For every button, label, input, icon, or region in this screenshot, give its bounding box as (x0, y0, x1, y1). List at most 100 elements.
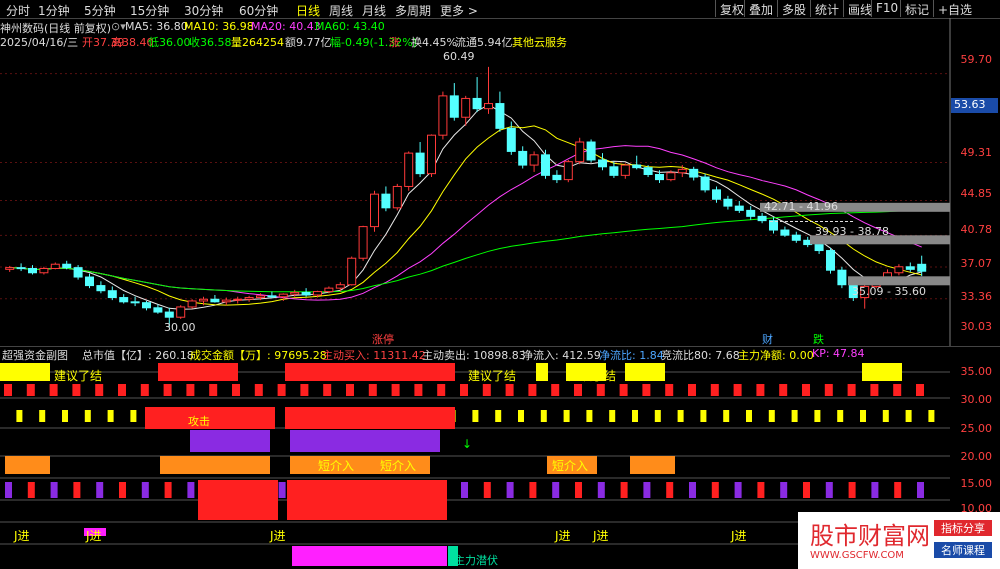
candle-body (734, 205, 744, 211)
candle-body (5, 267, 15, 270)
statistics-button[interactable]: 统计 (810, 0, 843, 17)
signal-marker (609, 410, 616, 422)
candle-body (404, 152, 414, 187)
band-red-low (198, 480, 278, 520)
attack-label: 攻击 (188, 414, 210, 428)
candle-body (723, 198, 733, 207)
signal-marker (837, 410, 844, 422)
candle-body (50, 263, 60, 269)
candle-body (746, 209, 756, 217)
price-tick: 59.70 (960, 53, 993, 66)
signal-dot (368, 384, 377, 396)
tab-1min[interactable]: 1分钟 (38, 2, 70, 19)
signal-column (461, 482, 468, 498)
tab-weekly[interactable]: 周线 (329, 2, 353, 19)
share-tag[interactable]: 指标分享 (934, 520, 992, 536)
signal-dot (460, 384, 468, 396)
band-orange (630, 456, 675, 474)
candle-body (324, 287, 334, 293)
signal-dot (824, 384, 833, 396)
price-chart[interactable] (0, 18, 1000, 346)
signal-dot (733, 384, 742, 396)
signal-column (278, 482, 286, 498)
tab-multi-period[interactable]: 多周期 (395, 2, 431, 19)
signal-column (552, 482, 560, 498)
draw-line-button[interactable]: 画线 (843, 0, 872, 17)
signal-column (620, 482, 628, 498)
signal-dot (209, 384, 218, 396)
signal-marker (677, 410, 684, 422)
candle-body (210, 298, 220, 303)
signal-column (187, 482, 195, 498)
candle-body (905, 266, 915, 270)
candle-body (472, 97, 482, 110)
candle-body (16, 267, 26, 270)
tab-fenshi[interactable]: 分时 (6, 2, 30, 19)
candle-body (427, 134, 436, 175)
signal-marker (84, 410, 91, 422)
candle-body (541, 154, 550, 176)
watermark-url: WWW.GSCFW.COM (810, 550, 904, 561)
candle-body (153, 307, 163, 313)
candle-body (598, 159, 607, 168)
signal-dot (4, 384, 12, 396)
candle-body (506, 127, 516, 152)
signal-dot (95, 384, 104, 396)
candle-body (62, 263, 72, 269)
price-tick: 33.36 (960, 290, 993, 303)
tab-5min[interactable]: 5分钟 (84, 2, 116, 19)
signal-dot (893, 384, 902, 396)
multi-stock-button[interactable]: 多股 (777, 0, 810, 17)
band-purple (190, 430, 270, 452)
down-arrow-icon: ↓ (462, 437, 472, 451)
f10-button[interactable]: F10 (871, 0, 900, 17)
signal-marker (928, 410, 935, 422)
candle-body (643, 167, 653, 175)
candle-body (335, 284, 345, 289)
tab-monthly[interactable]: 月线 (362, 2, 386, 19)
signal-column (27, 482, 35, 498)
signal-dot (300, 384, 309, 396)
candle-body (233, 298, 243, 301)
candle-body (392, 185, 402, 209)
candle-body (256, 295, 265, 299)
signal-column (483, 482, 491, 498)
candle-body (780, 229, 790, 236)
low-price-label: 30.00 (164, 321, 196, 334)
candle-body (28, 267, 37, 274)
tab-more[interactable]: 更多 > (440, 2, 478, 19)
signal-marker (746, 410, 752, 422)
signal-dot (323, 384, 332, 396)
candle-body (620, 164, 630, 176)
signal-marker (905, 410, 912, 422)
signal-dot (642, 384, 651, 396)
tab-60min[interactable]: 60分钟 (239, 2, 278, 19)
period-toolbar: 分时 1分钟 5分钟 15分钟 30分钟 60分钟 日线 周线 月线 多周期 更… (0, 0, 1000, 19)
tab-daily[interactable]: 日线 (296, 2, 320, 19)
short-entry-label: 短介入 (552, 459, 588, 473)
signal-dot (847, 384, 856, 396)
signal-dot (779, 384, 788, 396)
signal-marker (563, 410, 570, 422)
signal-marker (632, 410, 638, 422)
mark-button[interactable]: 标记 (900, 0, 933, 17)
signal-column (50, 482, 58, 498)
candle-body (358, 226, 368, 259)
course-tag[interactable]: 名师课程 (934, 542, 992, 558)
tab-15min[interactable]: 15分钟 (130, 2, 169, 19)
band-orange (5, 456, 50, 474)
overlay-button[interactable]: 叠加 (744, 0, 777, 17)
signal-marker (860, 410, 866, 422)
candle-body (187, 300, 197, 308)
candle-body (586, 141, 596, 161)
signal-marker (518, 410, 524, 422)
signal-dot (254, 384, 263, 396)
candle-body (757, 215, 767, 222)
high-price-label: 60.49 (443, 50, 475, 63)
candle-body (176, 306, 186, 318)
candle-body (449, 95, 459, 118)
add-favorite-button[interactable]: +自选 (933, 0, 1000, 17)
tab-30min[interactable]: 30分钟 (184, 2, 223, 19)
ambush-label: 主力潜伏 (454, 553, 498, 567)
candle-body (107, 290, 117, 299)
